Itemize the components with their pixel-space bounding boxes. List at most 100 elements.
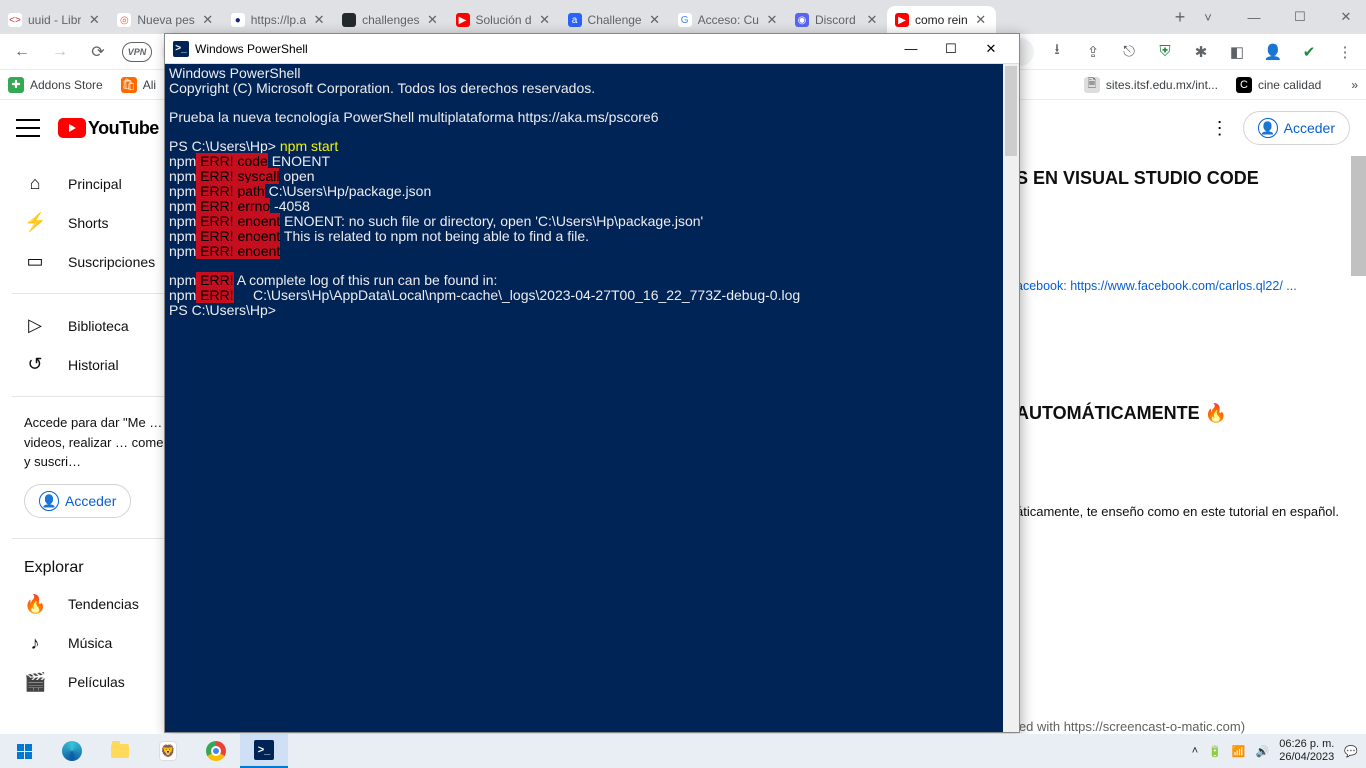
browser-tab[interactable]: ▶ Solución d ✕ (448, 6, 560, 34)
bookmark-label: sites.itsf.edu.mx/int... (1106, 78, 1218, 92)
chrome-window-controls: ˅ — ☐ ✕ (1194, 0, 1366, 34)
taskbar-chrome[interactable] (192, 734, 240, 768)
tab-close-icon[interactable]: ✕ (87, 13, 101, 27)
bookmark-item[interactable]: 🛍Ali (121, 77, 156, 93)
youtube-logo-text: YouTube (88, 118, 159, 139)
description-fragment: áticamente, te enseño como en este tutor… (1016, 504, 1354, 519)
chrome-titlebar: <>uuid - Libr✕◎Nueva pes✕●https://lp.a✕c… (0, 0, 1366, 34)
powershell-terminal[interactable]: Windows PowerShell Copyright (C) Microso… (165, 64, 1019, 732)
tab-favicon: ◉ (795, 13, 809, 27)
powershell-titlebar[interactable]: >_ Windows PowerShell — ☐ ✕ (165, 34, 1019, 64)
powershell-title-text: Windows PowerShell (195, 42, 891, 56)
taskbar-file-explorer[interactable] (96, 734, 144, 768)
sidepanel-icon[interactable]: ◧ (1224, 39, 1250, 65)
bookmark-icon: ✚ (8, 77, 24, 93)
masthead-right: ⋮ 👤 Acceder (1211, 111, 1350, 145)
adguard-icon[interactable]: ✔ (1296, 39, 1322, 65)
browser-tab[interactable]: ◎Nueva pes✕ (109, 6, 222, 34)
taskbar-powershell[interactable]: >_ (240, 734, 288, 768)
shield-icon[interactable]: ⛨ (1152, 39, 1178, 65)
bookmark-item[interactable]: 🗎sites.itsf.edu.mx/int... (1084, 77, 1218, 93)
browser-tab[interactable]: challenges✕ (334, 6, 447, 34)
tab-favicon: ▶ (895, 13, 909, 27)
taskbar-brave[interactable]: 🦁 (144, 734, 192, 768)
tab-close-icon[interactable]: ✕ (865, 13, 879, 27)
sidebar-item-label: Historial (68, 357, 119, 373)
browser-tab[interactable]: ◉ Discord ✕ (787, 6, 887, 34)
tab-close-icon[interactable]: ✕ (312, 13, 326, 27)
tab-label: Discord (815, 13, 859, 27)
tab-favicon: ▶ (456, 13, 470, 27)
description-link-fragment[interactable]: acebook: https://www.facebook.com/carlos… (1016, 279, 1354, 293)
video-content-region: S EN VISUAL STUDIO CODE acebook: https:/… (1010, 156, 1360, 734)
browser-tab[interactable]: ● https://lp.a ✕ (223, 6, 334, 34)
tab-favicon: ● (231, 13, 245, 27)
new-tab-button[interactable]: + (1166, 0, 1194, 34)
browser-tab[interactable]: ▶como rein✕ (887, 6, 996, 34)
video-title-fragment: S EN VISUAL STUDIO CODE (1016, 168, 1354, 189)
sidebar-item-icon: ♪ (24, 633, 46, 654)
tab-close-icon[interactable]: ✕ (765, 13, 779, 27)
sidebar-item-label: Películas (68, 674, 125, 690)
chrome-chevron-down-icon[interactable]: ˅ (1194, 10, 1222, 25)
chrome-maximize-button[interactable]: ☐ (1286, 9, 1314, 25)
taskbar-edge[interactable] (48, 734, 96, 768)
tab-close-icon[interactable]: ✕ (201, 13, 215, 27)
start-button[interactable] (0, 734, 48, 768)
tray-notifications-icon[interactable]: 💬 (1344, 745, 1358, 758)
sidebar-sign-in-label: Acceder (65, 493, 116, 509)
tab-label: Nueva pes (137, 13, 194, 27)
tab-label: Solución d (476, 13, 532, 27)
browser-tab[interactable]: GAcceso: Cu✕ (670, 6, 787, 34)
share-icon[interactable]: ⇪ (1080, 39, 1106, 65)
tab-favicon: G (678, 13, 692, 27)
sidebar-item-icon: ▷ (24, 315, 46, 336)
download-icon[interactable]: ⭳ (1044, 39, 1070, 65)
bookmarks-overflow[interactable]: » (1351, 78, 1358, 92)
tray-wifi-icon[interactable]: 📶 (1232, 745, 1246, 758)
ps-minimize-button[interactable]: — (891, 35, 931, 63)
tab-favicon: a (568, 13, 582, 27)
tray-battery-icon[interactable]: 🔋 (1208, 745, 1222, 758)
browser-tab[interactable]: aChallenge✕ (560, 6, 670, 34)
windows-taskbar: 🦁 >_ ˄ 🔋 📶 🔊 06:26 p. m. 26/04/2023 💬 (0, 734, 1366, 768)
forward-button[interactable]: → (46, 38, 74, 66)
chrome-minimize-button[interactable]: — (1240, 10, 1268, 25)
tray-chevron-up-icon[interactable]: ˄ (1192, 745, 1198, 757)
chrome-close-button[interactable]: ✕ (1332, 9, 1360, 25)
tab-close-icon[interactable]: ✕ (538, 13, 552, 27)
ps-close-button[interactable]: ✕ (971, 35, 1011, 63)
profile-icon[interactable]: 👤 (1260, 39, 1286, 65)
sign-in-button[interactable]: 👤 Acceder (1243, 111, 1350, 145)
page-scrollbar-thumb[interactable] (1351, 156, 1366, 276)
back-button[interactable]: ← (8, 38, 36, 66)
tab-close-icon[interactable]: ✕ (426, 13, 440, 27)
ps-scrollbar[interactable] (1003, 64, 1019, 732)
extensions-icon[interactable]: ✱ (1188, 39, 1214, 65)
tab-close-icon[interactable]: ✕ (974, 13, 988, 27)
chrome-menu-button[interactable]: ⋮ (1332, 39, 1358, 65)
relay-icon[interactable]: ⎋ (1116, 39, 1142, 65)
ps-maximize-button[interactable]: ☐ (931, 35, 971, 63)
guide-button[interactable] (16, 119, 40, 137)
tray-clock[interactable]: 06:26 p. m. 26/04/2023 (1279, 738, 1334, 763)
sidebar-item-icon: ⚡ (24, 212, 46, 233)
youtube-play-icon (58, 118, 86, 138)
youtube-logo[interactable]: YouTube (58, 118, 159, 139)
sidebar-item-label: Tendencias (68, 596, 139, 612)
vpn-badge[interactable]: VPN (122, 42, 152, 62)
tab-favicon (342, 13, 356, 27)
reload-button[interactable]: ⟳ (84, 38, 112, 66)
tab-close-icon[interactable]: ✕ (648, 13, 662, 27)
masthead-left: YouTube (16, 118, 159, 139)
ps-scrollbar-thumb[interactable] (1005, 66, 1017, 156)
tray-volume-icon[interactable]: 🔊 (1256, 745, 1270, 758)
settings-menu-button[interactable]: ⋮ (1211, 118, 1229, 139)
tab-label: https://lp.a (251, 13, 306, 27)
bookmark-item[interactable]: ✚Addons Store (8, 77, 103, 93)
browser-tab[interactable]: <>uuid - Libr✕ (0, 6, 109, 34)
powershell-window: >_ Windows PowerShell — ☐ ✕ Windows Powe… (164, 33, 1020, 733)
bookmark-label: cine calidad (1258, 78, 1321, 92)
sidebar-sign-in-button[interactable]: 👤 Acceder (24, 484, 131, 518)
bookmark-item[interactable]: Ccine calidad (1236, 77, 1321, 93)
